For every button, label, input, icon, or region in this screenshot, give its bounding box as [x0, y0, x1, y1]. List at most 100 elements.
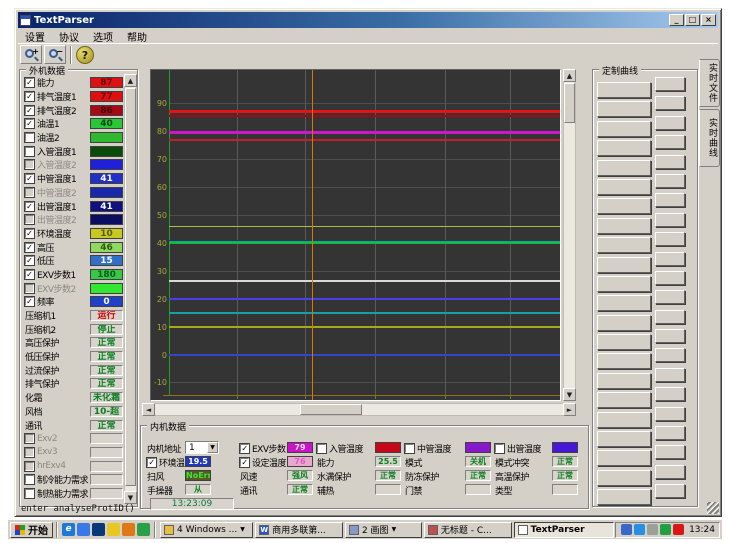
- custom-curve-button[interactable]: [597, 431, 651, 447]
- realtime-curve-chart[interactable]: 9080706050403020100-1013:22:5313:23:0613…: [150, 69, 561, 401]
- scroll-down-arrow[interactable]: ▼: [563, 388, 576, 401]
- checkbox[interactable]: ✓: [25, 270, 34, 279]
- custom-curve-small-button[interactable]: [655, 96, 685, 110]
- custom-curve-small-button[interactable]: [655, 174, 685, 188]
- checkbox[interactable]: ✓: [25, 202, 34, 211]
- scroll-right-arrow[interactable]: ►: [563, 403, 576, 416]
- checkbox[interactable]: [25, 448, 34, 457]
- custom-curve-button[interactable]: [597, 101, 651, 117]
- custom-curve-button[interactable]: [597, 295, 651, 311]
- custom-curve-small-button[interactable]: [655, 445, 685, 459]
- custom-curve-button[interactable]: [597, 450, 651, 466]
- checkbox[interactable]: [25, 434, 34, 443]
- custom-curve-button[interactable]: [597, 489, 651, 505]
- tray-icon-1[interactable]: [621, 524, 632, 535]
- tray-icon-3[interactable]: [647, 524, 658, 535]
- checkbox[interactable]: ✓: [147, 458, 156, 467]
- custom-curve-small-button[interactable]: [655, 252, 685, 266]
- menu-item-3[interactable]: 选项: [86, 29, 120, 44]
- custom-curve-small-button[interactable]: [655, 155, 685, 169]
- task-textparser[interactable]: TextParser: [514, 522, 614, 538]
- checkbox[interactable]: [25, 188, 34, 197]
- custom-curve-button[interactable]: [597, 160, 651, 176]
- custom-curve-button[interactable]: [597, 412, 651, 428]
- checkbox[interactable]: [317, 444, 326, 453]
- scroll-thumb[interactable]: [125, 88, 136, 486]
- tray-icon-2[interactable]: [634, 524, 645, 535]
- checkbox[interactable]: [25, 475, 34, 484]
- checkbox[interactable]: ✓: [25, 92, 34, 101]
- checkbox[interactable]: [25, 284, 34, 293]
- checkbox[interactable]: [25, 147, 34, 156]
- checkbox[interactable]: ✓: [25, 119, 34, 128]
- custom-curve-button[interactable]: [597, 334, 651, 350]
- custom-curve-small-button[interactable]: [655, 271, 685, 285]
- zoom-in-button[interactable]: +: [20, 45, 42, 64]
- scroll-thumb[interactable]: [564, 83, 575, 123]
- custom-curve-button[interactable]: [597, 470, 651, 486]
- checkbox[interactable]: ✓: [25, 78, 34, 87]
- checkbox[interactable]: ✓: [25, 297, 34, 306]
- task-paint-group[interactable]: 2 画图▼: [345, 522, 422, 538]
- zoom-out-button[interactable]: −: [44, 45, 66, 64]
- custom-curve-button[interactable]: [597, 353, 651, 369]
- sidebar-scrollbar[interactable]: ▲▼: [124, 74, 137, 504]
- custom-curve-small-button[interactable]: [655, 290, 685, 304]
- help-button[interactable]: ?: [76, 46, 94, 64]
- checkbox[interactable]: ✓: [240, 444, 249, 453]
- media-icon[interactable]: [137, 523, 150, 536]
- custom-curve-button[interactable]: [597, 373, 651, 389]
- checkbox[interactable]: [25, 489, 34, 498]
- checkbox[interactable]: [495, 444, 504, 453]
- checkbox[interactable]: [25, 133, 34, 142]
- menu-item-4[interactable]: 帮助: [120, 29, 154, 44]
- start-button[interactable]: 开始: [10, 522, 53, 538]
- checkbox[interactable]: ✓: [240, 458, 249, 467]
- custom-curve-button[interactable]: [597, 140, 651, 156]
- messenger-icon[interactable]: [77, 523, 90, 536]
- custom-curve-small-button[interactable]: [655, 77, 685, 91]
- scroll-thumb[interactable]: [300, 404, 362, 415]
- checkbox[interactable]: [25, 160, 34, 169]
- indoor-address-select[interactable]: 1▼: [185, 441, 219, 454]
- scroll-left-arrow[interactable]: ◄: [142, 403, 155, 416]
- checkbox[interactable]: ✓: [25, 106, 34, 115]
- outlook-icon[interactable]: [107, 523, 120, 536]
- custom-curve-button[interactable]: [597, 257, 651, 273]
- custom-curve-small-button[interactable]: [655, 135, 685, 149]
- checkbox[interactable]: ✓: [25, 256, 34, 265]
- task-word-doc[interactable]: W商用多联第...: [255, 522, 343, 538]
- chart-horizontal-scrollbar[interactable]: ◄►: [142, 403, 576, 416]
- ie-icon[interactable]: e: [62, 523, 75, 536]
- time-cursor-line[interactable]: [312, 70, 313, 401]
- chevron-down-icon[interactable]: ▼: [207, 442, 218, 453]
- custom-curve-small-button[interactable]: [655, 465, 685, 479]
- custom-curve-small-button[interactable]: [655, 426, 685, 440]
- resize-grip[interactable]: [707, 502, 719, 514]
- checkbox[interactable]: [25, 215, 34, 224]
- custom-curve-button[interactable]: [597, 276, 651, 292]
- checkbox[interactable]: ✓: [25, 174, 34, 183]
- custom-curve-small-button[interactable]: [655, 193, 685, 207]
- custom-curve-button[interactable]: [597, 121, 651, 137]
- checkbox[interactable]: [405, 444, 414, 453]
- custom-curve-small-button[interactable]: [655, 348, 685, 362]
- custom-curve-small-button[interactable]: [655, 368, 685, 382]
- custom-curve-button[interactable]: [597, 179, 651, 195]
- custom-curve-button[interactable]: [597, 218, 651, 234]
- scroll-up-arrow[interactable]: ▲: [124, 74, 137, 87]
- tray-icon-5[interactable]: [673, 524, 684, 535]
- custom-curve-small-button[interactable]: [655, 329, 685, 343]
- lock-icon[interactable]: [122, 523, 135, 536]
- maximize-button[interactable]: □: [685, 14, 700, 26]
- tray-icon-4[interactable]: [660, 524, 671, 535]
- side-tab-1[interactable]: 实时文件: [699, 59, 720, 107]
- custom-curve-small-button[interactable]: [655, 213, 685, 227]
- custom-curve-button[interactable]: [597, 315, 651, 331]
- custom-curve-button[interactable]: [597, 198, 651, 214]
- scroll-down-arrow[interactable]: ▼: [124, 491, 137, 504]
- custom-curve-button[interactable]: [597, 392, 651, 408]
- side-tab-2[interactable]: 实时曲线: [699, 109, 720, 167]
- checkbox[interactable]: ✓: [25, 229, 34, 238]
- custom-curve-small-button[interactable]: [655, 232, 685, 246]
